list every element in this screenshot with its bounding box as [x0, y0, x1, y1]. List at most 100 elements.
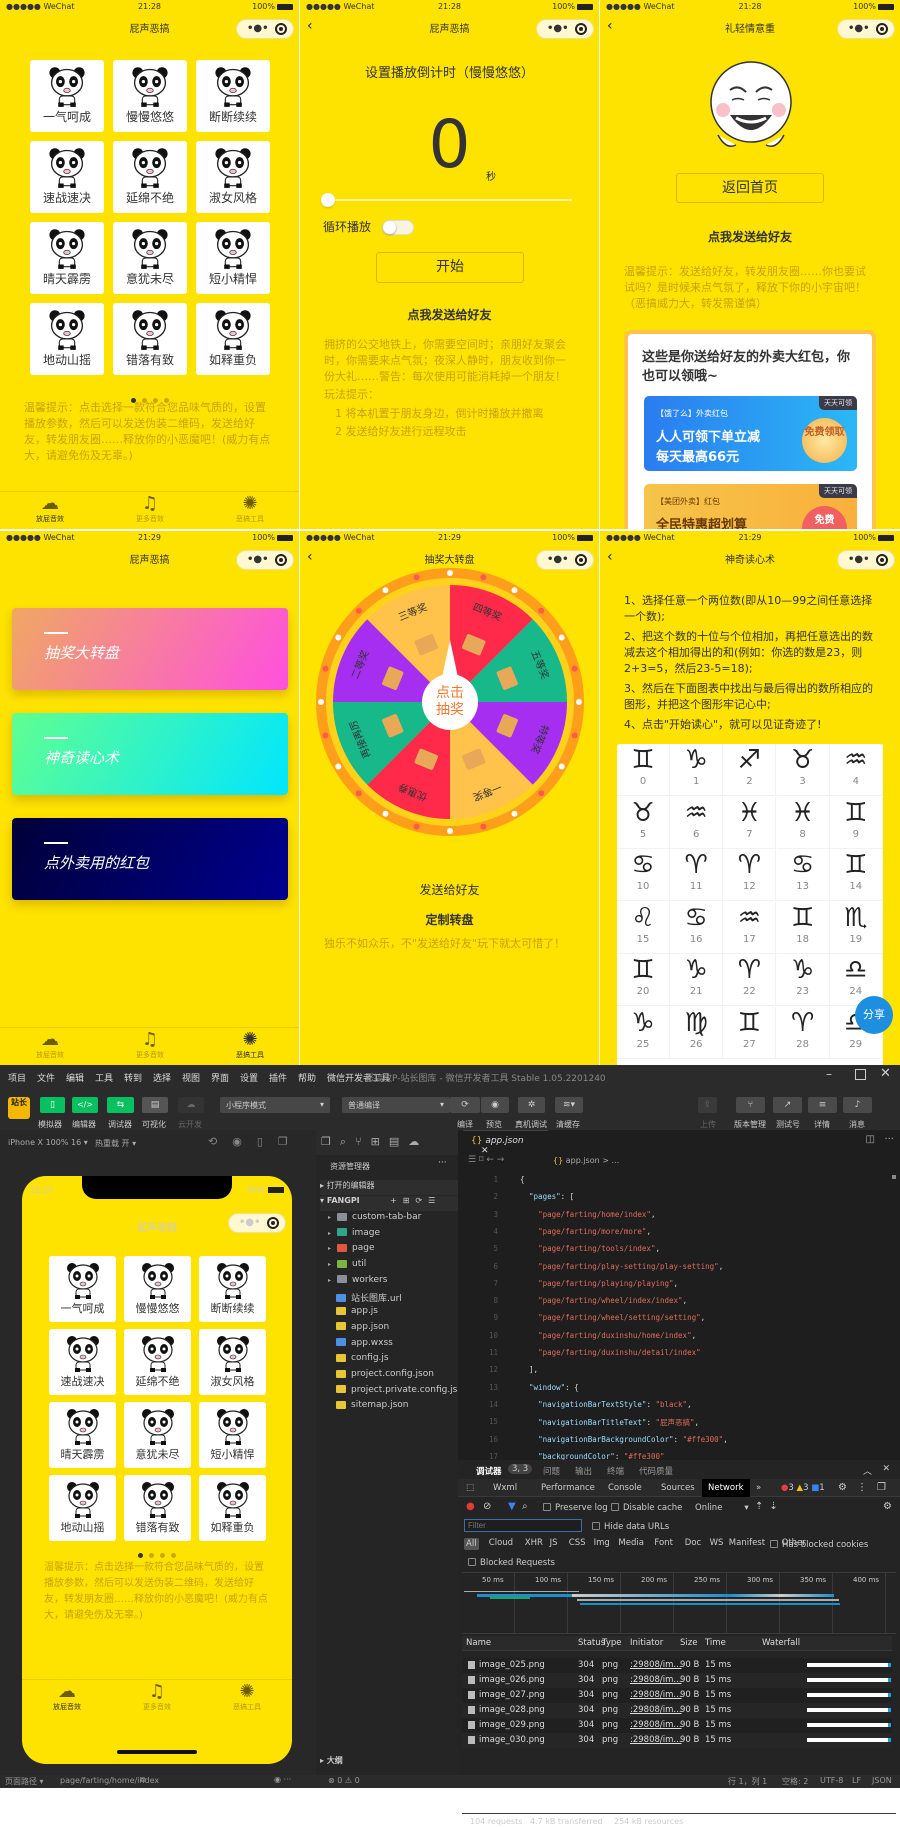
remote-debug-button[interactable]: ✲	[518, 1097, 545, 1113]
debugger-tab[interactable]: 代码质量	[639, 1465, 673, 1477]
compile-mode-select[interactable]: 普通编译 ▾	[342, 1097, 450, 1113]
indent-setting[interactable]: 空格: 2	[782, 1776, 808, 1787]
project-root[interactable]: ▾ FANGPI +⊞⟳☰	[320, 1196, 458, 1211]
filter-input[interactable]	[464, 1519, 582, 1532]
details-button[interactable]: ≡	[808, 1097, 837, 1113]
debugger-tab[interactable]: 终端	[607, 1465, 624, 1477]
column-header[interactable]: Name	[466, 1638, 491, 1648]
file-tree-item[interactable]: ▸ image	[328, 1228, 380, 1243]
code-line[interactable]: "page/farting/duxinshu/home/index",	[520, 1331, 696, 1340]
file-tree-item[interactable]: sitemap.json	[336, 1400, 409, 1415]
split-editor-icon[interactable]: ◫	[866, 1134, 875, 1145]
more-icon[interactable]: •●•	[247, 554, 269, 565]
table-row[interactable]: image_026.png 304 png:29808/im... 90 B 15 ms	[462, 1673, 892, 1688]
code-line[interactable]: "page/farting/tools/index",	[520, 1244, 660, 1253]
menu-item[interactable]: 视图	[182, 1071, 200, 1084]
messages-button[interactable]: ♪	[843, 1097, 872, 1113]
share-to-friend-link[interactable]: 点我发送给好友	[600, 228, 900, 245]
table-row[interactable]: image_027.png 304 png:29808/im... 90 B 15 ms	[462, 1688, 892, 1703]
devtools-tab[interactable]: Sources	[655, 1479, 701, 1497]
more-icon[interactable]: •●•	[848, 23, 870, 34]
hot-reload-select[interactable]: 热重载 开 ▾	[95, 1138, 136, 1149]
code-line[interactable]: "page/farting/wheel/setting/setting",	[520, 1313, 705, 1322]
sound-card[interactable]: 短小精悍	[196, 222, 270, 294]
sound-card[interactable]: 慢慢悠悠	[124, 1256, 191, 1322]
simulator-toggle[interactable]: ▯	[40, 1097, 65, 1113]
code-line[interactable]: {	[520, 1175, 525, 1184]
page-path-select[interactable]: 页面路径 ▾	[5, 1776, 44, 1787]
menu-item[interactable]: 转到	[124, 1071, 142, 1084]
sound-card[interactable]: 一气呵成	[30, 60, 104, 132]
line-ending[interactable]: LF	[852, 1776, 861, 1785]
devtools-tab[interactable]: Performance	[535, 1479, 601, 1497]
inspect-icon[interactable]: ⬚	[466, 1483, 474, 1493]
sound-card[interactable]: 错落有致	[124, 1475, 191, 1541]
test-account-button[interactable]: ↗	[773, 1097, 802, 1113]
type-filter[interactable]: Img	[594, 1538, 610, 1548]
back-home-button[interactable]: 返回首页	[676, 173, 824, 203]
table-row[interactable]: image_028.png 304 png:29808/im... 90 B 15 ms	[462, 1703, 892, 1718]
file-tree-item[interactable]: ▸ workers	[328, 1275, 387, 1290]
column-header[interactable]: Initiator	[630, 1638, 663, 1648]
sound-card[interactable]: 如释重负	[199, 1475, 266, 1541]
sound-card[interactable]: 意犹未尽	[124, 1402, 191, 1468]
code-line[interactable]: "page/farting/playing/playing",	[520, 1279, 678, 1288]
menu-item[interactable]: 插件	[269, 1071, 287, 1084]
close-target-icon[interactable]	[876, 23, 888, 35]
visual-toggle[interactable]: ▤	[142, 1097, 168, 1113]
code-line[interactable]: "page/farting/play-setting/play-setting"…	[520, 1262, 723, 1271]
issue-counts[interactable]: ●3 ▲3 ■1	[781, 1483, 825, 1493]
sound-card[interactable]: 地动山摇	[49, 1475, 116, 1541]
capsule-menu[interactable]: •●•	[536, 19, 594, 39]
spin-button[interactable]: 点击 抽奖	[422, 674, 478, 730]
sound-card[interactable]: 断断续续	[196, 60, 270, 132]
table-row[interactable]: image_030.png 304 png:29808/im... 90 B 15 ms	[462, 1733, 892, 1748]
code-line[interactable]: "page/farting/wheel/index/index",	[520, 1296, 687, 1305]
file-tree-item[interactable]: app.json	[336, 1322, 389, 1337]
hide-data-urls-checkbox[interactable]: Hide data URLs	[592, 1522, 669, 1532]
clear-cache-button[interactable]: ≋▾	[555, 1097, 583, 1113]
breadcrumb[interactable]: {} app.json > ...	[553, 1156, 619, 1165]
more-icon[interactable]: •●•	[848, 554, 870, 565]
sound-card[interactable]: 地动山摇	[30, 303, 104, 375]
filter-icon[interactable]: ▼	[508, 1501, 516, 1512]
tab-more-sounds[interactable]: ♫ 更多音效	[100, 1030, 200, 1060]
close-target-icon[interactable]	[275, 23, 287, 35]
menu-item[interactable]: 选择	[153, 1071, 171, 1084]
upload-button[interactable]: ⇪	[698, 1097, 717, 1113]
claim-button[interactable]: 免费	[802, 506, 847, 529]
file-tree-item[interactable]: 站长图库.url	[336, 1291, 402, 1306]
debugger-toggle[interactable]: ⇆	[107, 1097, 134, 1113]
copy-icon[interactable]: ⧉	[140, 1775, 146, 1785]
type-filter[interactable]: All	[464, 1538, 479, 1550]
encoding[interactable]: UTF-8	[820, 1776, 843, 1785]
capsule-menu[interactable]: •●•	[837, 550, 895, 570]
sound-card[interactable]: 速战速决	[49, 1329, 116, 1395]
collapse-icon[interactable]: ︿	[863, 1464, 872, 1477]
column-header[interactable]: Type	[602, 1638, 622, 1648]
close-panel-icon[interactable]: ✕	[882, 1464, 890, 1474]
file-tree-item[interactable]: app.wxss	[336, 1338, 393, 1353]
more-icon[interactable]: ···	[438, 1158, 447, 1173]
tab-fart-sounds[interactable]: ☁ 放屁音效	[0, 1030, 100, 1060]
sound-card[interactable]: 淑女风格	[199, 1329, 266, 1395]
table-row[interactable]: image_029.png 304 png:29808/im... 90 B 15 ms	[462, 1718, 892, 1733]
request-initiator[interactable]: :29808/im...	[630, 1705, 682, 1715]
network-settings-icon[interactable]: ⚙	[883, 1501, 892, 1512]
editor-tab-app-json[interactable]: {} app.json ✕	[463, 1130, 548, 1156]
type-filter[interactable]: CSS	[569, 1538, 586, 1548]
devtools-tab[interactable]: Console	[602, 1479, 648, 1497]
sound-card[interactable]: 淑女风格	[196, 141, 270, 213]
tab-prank-tools[interactable]: ✺ 恶搞工具	[200, 1030, 299, 1060]
activity-bar[interactable]: ❐⌕⑂⊞▤☁	[316, 1130, 458, 1155]
devtools-tab[interactable]: Network	[702, 1479, 750, 1497]
capsule-menu[interactable]: •●•	[228, 1213, 286, 1233]
code-line[interactable]: "pages": [	[520, 1192, 574, 1201]
request-initiator[interactable]: :29808/im...	[630, 1735, 682, 1745]
request-initiator[interactable]: :29808/im...	[630, 1675, 682, 1685]
send-to-friend-link[interactable]: 发送给好友	[300, 881, 599, 898]
column-header[interactable]: Time	[705, 1638, 726, 1648]
more-icon[interactable]: •●•	[239, 1217, 261, 1228]
preview-button[interactable]: ◉	[481, 1097, 509, 1113]
file-tree-item[interactable]: ▸ util	[328, 1259, 366, 1274]
